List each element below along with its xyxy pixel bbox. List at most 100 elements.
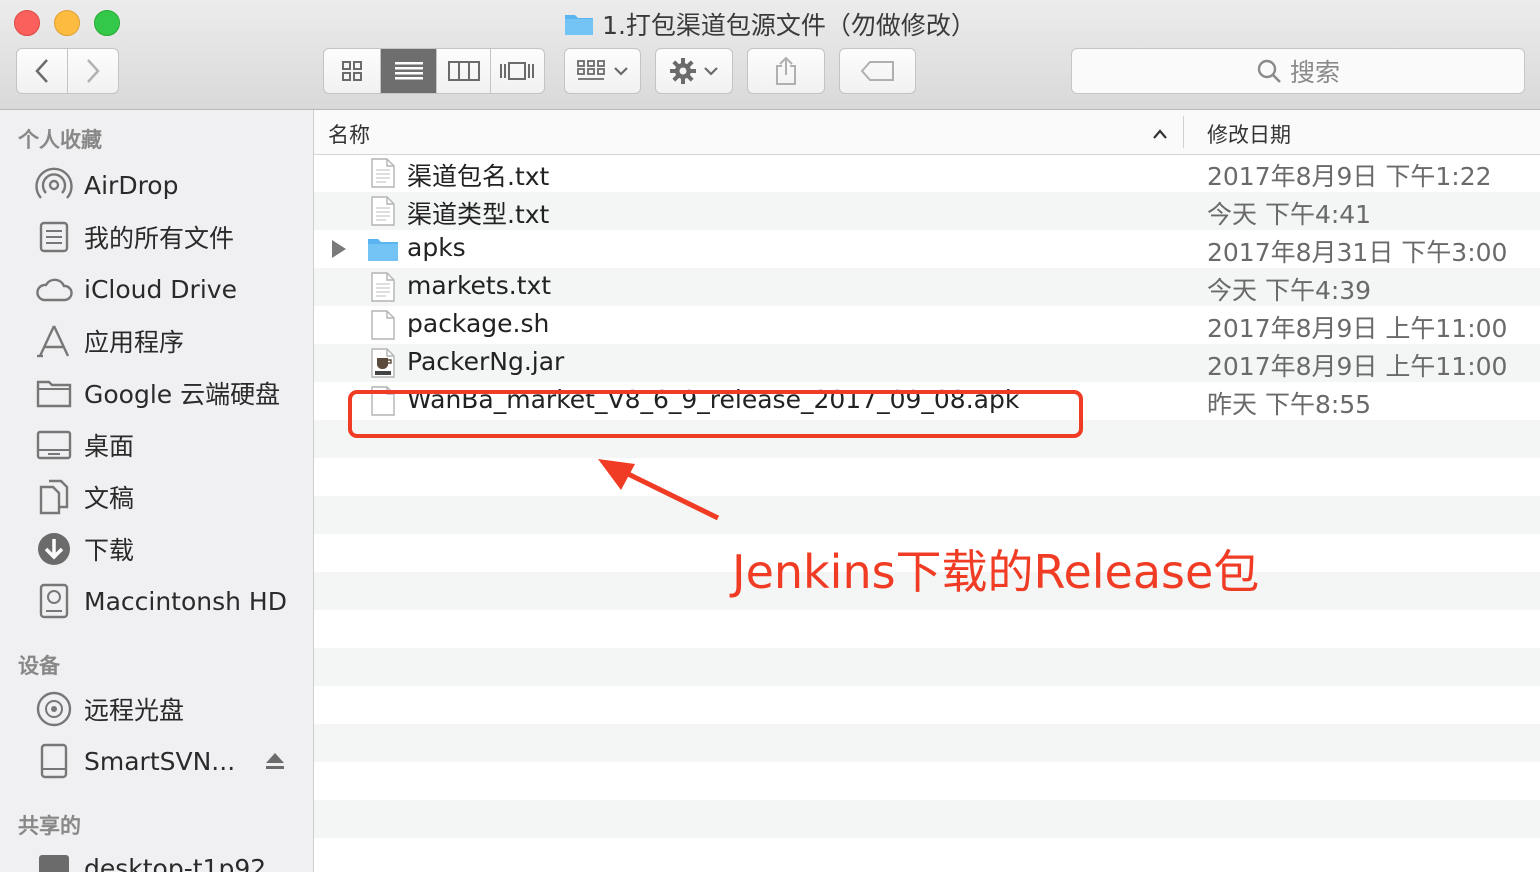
tag-icon <box>860 61 894 81</box>
grid-icon <box>342 61 363 81</box>
sidebar-item-google-drive[interactable]: Google 云端硬盘 <box>34 369 280 417</box>
file-name: package.sh <box>407 309 550 338</box>
folder-row[interactable]: apks 2017年8月31日 下午3:00 <box>314 230 1540 268</box>
sidebar-header-favorites: 个人收藏 <box>18 128 102 152</box>
file-name: 渠道包名.txt <box>407 162 550 191</box>
gear-icon <box>670 58 696 84</box>
sidebar-item-label: 下载 <box>84 536 135 565</box>
share-icon <box>776 56 796 85</box>
file-row[interactable]: PackerNg.jar 2017年8月9日 上午11:00 <box>314 344 1540 382</box>
chevron-right-icon <box>87 59 100 83</box>
file-date: 昨天 下午8:55 <box>1207 390 1372 419</box>
sidebar-item-label: 文稿 <box>84 484 135 513</box>
sidebar-item-remote-disc[interactable]: 远程光盘 <box>34 685 184 733</box>
disclosure-triangle-icon[interactable] <box>332 240 346 258</box>
desktop-icon <box>34 425 74 465</box>
tags-button[interactable] <box>839 48 916 94</box>
annotation-text: Jenkins下载的Release包 <box>732 545 1260 599</box>
sidebar-item-macintosh-hd[interactable]: Maccintonsh HD <box>34 577 287 625</box>
sidebar-item-airdrop[interactable]: AirDrop <box>34 161 178 209</box>
sidebar-item-icloud-drive[interactable]: iCloud Drive <box>34 265 237 313</box>
file-row[interactable]: 渠道类型.txt 今天 下午4:41 <box>314 192 1540 230</box>
sidebar-item-applications[interactable]: 应用程序 <box>34 317 184 365</box>
sidebar: 个人收藏 AirDrop 我的所有文件 iCloud Drive 应用程序 Go… <box>0 110 314 872</box>
file-rows: 渠道包名.txt 2017年8月9日 下午1:22 渠道类型.txt 今天 下午… <box>314 154 1540 872</box>
blank-file-icon <box>370 310 396 340</box>
search-icon <box>1257 59 1281 83</box>
arrange-button[interactable] <box>564 48 641 94</box>
drive-icon <box>34 741 74 781</box>
file-date: 2017年8月9日 下午1:22 <box>1207 162 1492 191</box>
icon-view-button[interactable] <box>324 49 382 93</box>
window-title: 1.打包渠道包源文件（勿做修改） <box>602 11 976 40</box>
jar-file-icon <box>370 348 396 378</box>
folder-icon <box>367 236 399 266</box>
search-field[interactable]: 搜索 <box>1071 48 1525 94</box>
columns-icon <box>447 61 480 81</box>
empty-row <box>314 610 1540 648</box>
sidebar-item-label: 我的所有文件 <box>84 224 235 253</box>
empty-row <box>314 686 1540 724</box>
sidebar-item-all-files[interactable]: 我的所有文件 <box>34 213 234 261</box>
file-name: 渠道类型.txt <box>407 200 550 229</box>
folder-icon <box>34 373 74 413</box>
list-icon <box>394 62 423 80</box>
empty-row <box>314 724 1540 762</box>
eject-icon <box>266 753 284 769</box>
back-button[interactable] <box>17 49 68 93</box>
download-icon <box>34 529 74 569</box>
column-view-button[interactable] <box>437 49 491 93</box>
title-bar: 1.打包渠道包源文件（勿做修改） 搜索 <box>0 0 1540 110</box>
sidebar-item-desktop[interactable]: 桌面 <box>34 421 134 469</box>
file-name: apks <box>407 233 466 262</box>
file-date: 2017年8月31日 下午3:00 <box>1207 238 1508 267</box>
column-header-date-modified[interactable]: 修改日期 <box>1207 119 1291 149</box>
airdrop-icon <box>34 165 74 205</box>
sidebar-item-label: SmartSVN... <box>84 746 236 776</box>
list-view-button[interactable] <box>381 49 438 93</box>
sidebar-item-downloads[interactable]: 下载 <box>34 525 134 573</box>
sidebar-item-desktop-computer[interactable]: desktop-t1p92 <box>34 844 266 872</box>
file-row[interactable]: markets.txt 今天 下午4:39 <box>314 268 1540 306</box>
sidebar-item-label: Google 云端硬盘 <box>84 380 281 409</box>
sidebar-item-label: Maccintonsh HD <box>84 586 287 616</box>
file-date: 2017年8月9日 上午11:00 <box>1207 352 1508 381</box>
file-date: 2017年8月9日 上午11:00 <box>1207 314 1508 343</box>
computer-icon <box>34 848 74 872</box>
action-menu-button[interactable] <box>655 48 733 94</box>
sidebar-item-label: iCloud Drive <box>84 274 237 304</box>
sidebar-item-smartsvn[interactable]: SmartSVN... <box>34 737 294 785</box>
sidebar-item-documents[interactable]: 文稿 <box>34 473 134 521</box>
applications-icon <box>34 321 74 361</box>
file-name: PackerNg.jar <box>407 347 565 376</box>
file-row[interactable]: 渠道包名.txt 2017年8月9日 下午1:22 <box>314 154 1540 192</box>
annotation-arrow-icon <box>598 459 720 521</box>
sidebar-item-label: AirDrop <box>84 170 179 200</box>
sidebar-item-label: 桌面 <box>84 432 135 461</box>
share-button[interactable] <box>747 48 825 94</box>
file-row[interactable]: package.sh 2017年8月9日 上午11:00 <box>314 306 1540 344</box>
column-header-name[interactable]: 名称 <box>328 119 370 149</box>
file-date: 今天 下午4:39 <box>1207 276 1372 305</box>
empty-row <box>314 762 1540 800</box>
chevron-left-icon <box>35 59 48 83</box>
cover-flow-icon <box>500 62 535 80</box>
empty-row <box>314 496 1540 534</box>
view-mode-control <box>323 48 545 94</box>
chevron-down-icon <box>613 67 628 76</box>
window-title-area: 1.打包渠道包源文件（勿做修改） <box>0 6 1540 42</box>
chevron-down-icon <box>704 67 718 76</box>
eject-button[interactable] <box>264 751 286 775</box>
sidebar-header-devices: 设备 <box>18 654 60 678</box>
empty-row <box>314 800 1540 838</box>
text-file-icon <box>370 196 396 226</box>
sort-ascending-icon[interactable] <box>1152 121 1168 145</box>
empty-row <box>314 648 1540 686</box>
forward-button[interactable] <box>68 49 118 93</box>
cover-flow-view-button[interactable] <box>491 49 544 93</box>
hard-drive-icon <box>34 581 74 621</box>
column-divider[interactable] <box>1183 116 1184 148</box>
text-file-icon <box>370 272 396 302</box>
arrange-icon <box>576 60 605 80</box>
navigation-buttons <box>16 48 119 94</box>
